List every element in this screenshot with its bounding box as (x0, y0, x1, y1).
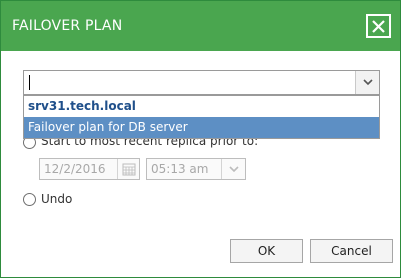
undo-label: Undo (41, 192, 73, 206)
date-value: 12/2/2016 (44, 162, 106, 176)
dropdown-option-server[interactable]: srv31.tech.local (24, 96, 379, 117)
calendar-button[interactable] (117, 159, 139, 179)
dialog-title: FAILOVER PLAN (12, 18, 123, 34)
time-value: 05:13 am (151, 162, 209, 176)
text-cursor (29, 75, 30, 90)
time-field[interactable]: 05:13 am (146, 158, 246, 180)
dropdown-option-failover-plan[interactable]: Failover plan for DB server (24, 117, 379, 138)
ok-button[interactable]: OK (230, 239, 303, 263)
failover-plan-dialog: FAILOVER PLAN srv31.tech.local Failover … (0, 0, 401, 278)
chevron-down-icon (228, 165, 239, 172)
plan-dropdown-list: srv31.tech.local Failover plan for DB se… (23, 95, 380, 139)
close-icon (372, 19, 385, 33)
cancel-button[interactable]: Cancel (310, 239, 393, 263)
combo-dropdown-button[interactable] (355, 71, 379, 94)
calendar-icon (122, 163, 135, 176)
chevron-down-icon (362, 79, 373, 86)
time-dropdown-button[interactable] (221, 159, 245, 179)
title-bar: FAILOVER PLAN (1, 1, 400, 51)
undo-radio[interactable] (23, 193, 36, 206)
close-button[interactable] (366, 14, 391, 38)
plan-select-combobox[interactable] (23, 70, 380, 95)
date-field[interactable]: 12/2/2016 (39, 158, 140, 180)
